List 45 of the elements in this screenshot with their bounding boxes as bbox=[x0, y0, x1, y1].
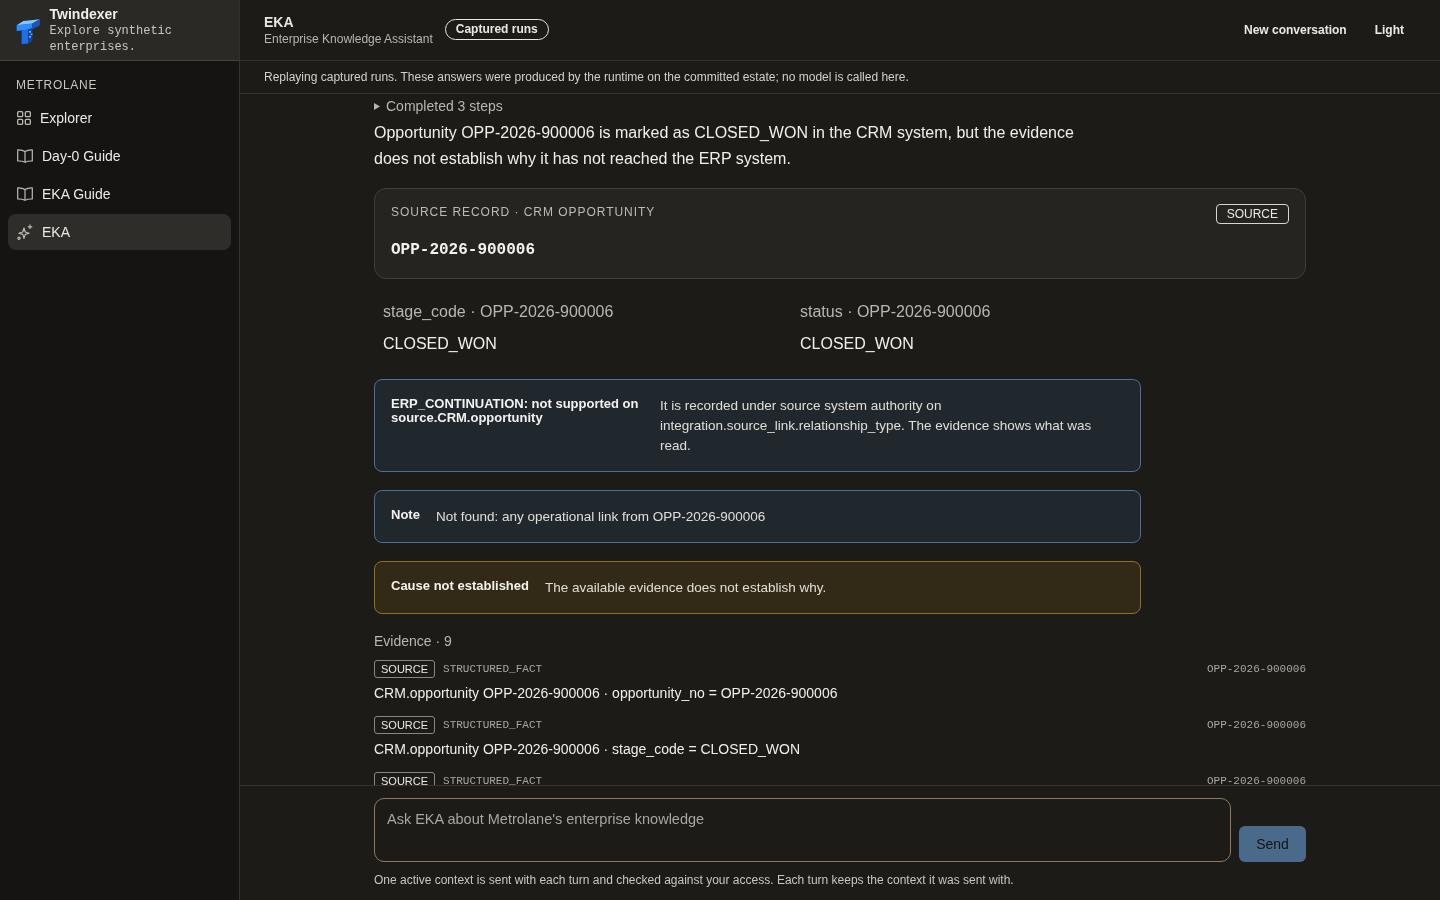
page-title: EKA bbox=[264, 13, 295, 31]
callout-title: Cause not established bbox=[391, 577, 529, 595]
field-value: CLOSED_WON bbox=[800, 334, 915, 354]
message-input[interactable]: Ask EKA about Metrolane's enterprise knowledge bbox=[374, 798, 1231, 862]
replay-notice: Replaying captured runs. These answers were produced by the runtime on the committed estate; no model is called here. bbox=[240, 61, 1440, 94]
record-ref: OPP-2026-900006 bbox=[1206, 661, 1306, 677]
source-tag: SOURCE bbox=[374, 660, 436, 678]
record-id: OPP-2026-900006 bbox=[391, 240, 537, 260]
source-tag: SOURCE bbox=[374, 772, 436, 785]
grid-icon bbox=[17, 111, 31, 125]
page-subtitle: Enterprise Knowledge Assistant bbox=[264, 31, 433, 47]
section-label: METROLANE bbox=[15, 77, 99, 94]
field-label: status · OPP-2026-900006 bbox=[800, 302, 992, 322]
fact-type: STRUCTURED_FACT bbox=[443, 773, 543, 785]
header-button[interactable]: New conversation bbox=[1243, 17, 1347, 43]
composer-note: One active context is sent with each turn and checked against your access. Each turn keeps the context it was sent with. bbox=[374, 872, 1015, 888]
sidebar-item[interactable]: EKA Guide bbox=[8, 176, 231, 212]
brand-tagline: Explore synthetic enterprises. bbox=[49, 23, 173, 55]
callout-title: Note bbox=[391, 506, 420, 524]
evidence-heading: Evidence · 9 bbox=[374, 632, 453, 651]
callout-title: ERP_CONTINUATION: not supported on source.CRM.opportunity bbox=[391, 395, 640, 427]
record-ref: OPP-2026-900006 bbox=[1206, 717, 1306, 733]
evidence-text: CRM.opportunity OPP-2026-900006 · opportunity_no = OPP-2026-900006 bbox=[374, 684, 839, 703]
sidebar-item[interactable]: Day-0 Guide bbox=[8, 138, 231, 174]
record-label: SOURCE RECORD · CRM OPPORTUNITY bbox=[391, 204, 656, 220]
fact-type: STRUCTURED_FACT bbox=[443, 717, 543, 733]
steps-toggle[interactable]: Completed 3 steps bbox=[374, 97, 503, 115]
evidence-text: CRM.opportunity OPP-2026-900006 · stage_code = CLOSED_WON bbox=[374, 740, 802, 759]
answer-text: Opportunity OPP-2026-900006 is marked as CLOSED_WON in the CRM system, but the evidence does not establish why it has not reached the ERP system. bbox=[374, 123, 1075, 169]
book-icon bbox=[17, 149, 33, 163]
sidebar-item[interactable]: EKA bbox=[8, 214, 231, 250]
field-label: stage_code · OPP-2026-900006 bbox=[383, 302, 615, 322]
callout-text: It is recorded under source system authority on integration.source_link.relationship_type. The evidence shows what was read. bbox=[660, 397, 1093, 455]
sidebar-item[interactable]: Explorer bbox=[8, 100, 231, 136]
brand-name: Twindexer bbox=[49, 5, 119, 23]
fact-type: STRUCTURED_FACT bbox=[443, 661, 543, 677]
callout-text: The available evidence does not establish why. bbox=[545, 579, 827, 597]
record-ref: OPP-2026-900006 bbox=[1206, 773, 1306, 785]
source-tag: SOURCE bbox=[374, 716, 436, 734]
field-value: CLOSED_WON bbox=[383, 334, 498, 354]
callout-text: Not found: any operational link from OPP-2026-900006 bbox=[435, 508, 766, 526]
book-icon bbox=[17, 187, 33, 201]
sparkle-icon bbox=[17, 224, 33, 240]
header-button[interactable]: Light bbox=[1374, 17, 1404, 43]
source-tag: SOURCE bbox=[1215, 204, 1289, 224]
